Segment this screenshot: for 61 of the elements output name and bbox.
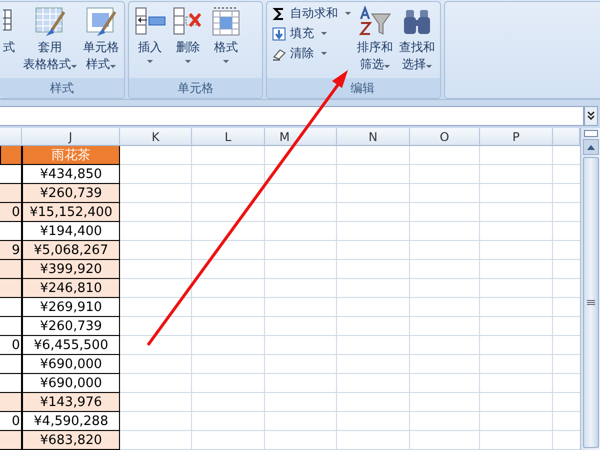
ribbon-button[interactable]: 填充	[270, 24, 353, 43]
table-cell: 9	[0, 241, 22, 260]
table-cell: ¥683,820	[22, 431, 120, 450]
ribbon-button[interactable]: 排序和 筛选	[355, 4, 395, 76]
group-label: 编辑	[267, 78, 440, 98]
sort-filter-icon	[359, 6, 391, 38]
column-header[interactable]	[0, 128, 22, 146]
sigma-icon	[272, 6, 286, 20]
ribbon-button[interactable]: 插入	[132, 4, 168, 76]
column-header[interactable]: M	[265, 128, 337, 146]
expand-formula-bar-button[interactable]	[584, 106, 598, 126]
table-cell: ¥399,920	[22, 260, 120, 279]
column-heading-cell: 雨花茶	[22, 146, 120, 165]
table-cell	[0, 431, 22, 450]
table-cell: 0	[0, 203, 22, 222]
ribbon-button[interactable]: 查找和 选择	[397, 4, 437, 76]
table-cell	[0, 146, 22, 165]
column-header[interactable]: K	[120, 128, 192, 146]
up-triangle-icon	[586, 144, 594, 150]
cell-brush-icon	[85, 6, 117, 38]
format-cells-icon	[210, 6, 242, 38]
fill-down-icon	[272, 26, 286, 40]
table-cell: ¥5,068,267	[22, 241, 120, 260]
table-cell	[0, 184, 22, 203]
column-header[interactable]: J	[22, 128, 120, 146]
grip-icon	[586, 300, 594, 306]
table-cell: ¥15,152,400	[22, 203, 120, 222]
group-label: 单元格	[129, 78, 262, 98]
table-cell: ¥246,810	[22, 279, 120, 298]
column-header[interactable]: L	[192, 128, 265, 146]
table-cell	[0, 260, 22, 279]
eraser-icon	[272, 46, 286, 60]
scroll-up-button[interactable]	[582, 139, 598, 155]
table-cell	[0, 317, 22, 336]
table-cell: ¥260,739	[22, 184, 120, 203]
double-chevron-icon	[587, 111, 595, 121]
table-cell	[0, 355, 22, 374]
column-header[interactable]: N	[337, 128, 410, 146]
table-brush-icon	[34, 6, 66, 38]
group-label: 样式	[0, 78, 124, 98]
column-header[interactable]: O	[410, 128, 480, 146]
ribbon-button[interactable]: 式	[3, 4, 19, 76]
ribbon-button[interactable]: 清除	[270, 44, 353, 63]
table-cell	[0, 393, 22, 412]
column-header[interactable]: P	[480, 128, 553, 146]
ribbon-button[interactable]: 删除	[170, 4, 206, 76]
table-cell	[0, 298, 22, 317]
table-cell: ¥269,910	[22, 298, 120, 317]
table-cell: ¥260,739	[22, 317, 120, 336]
table-cell: 0	[0, 336, 22, 355]
table-cell: ¥6,455,500	[22, 336, 120, 355]
table-cell: ¥143,976	[22, 393, 120, 412]
split-box-icon[interactable]	[584, 130, 598, 137]
ribbon-button[interactable]: 单元格 样式	[81, 4, 121, 76]
ribbon-button[interactable]: 自动求和	[270, 4, 353, 23]
ribbon-button[interactable]: 格式	[208, 4, 244, 76]
table-cell	[0, 279, 22, 298]
scrollbar-thumb[interactable]	[582, 157, 598, 448]
table-cell: ¥690,000	[22, 355, 120, 374]
empty-cells[interactable]	[120, 146, 580, 450]
ribbon-button[interactable]: 套用 表格格式	[21, 4, 79, 76]
